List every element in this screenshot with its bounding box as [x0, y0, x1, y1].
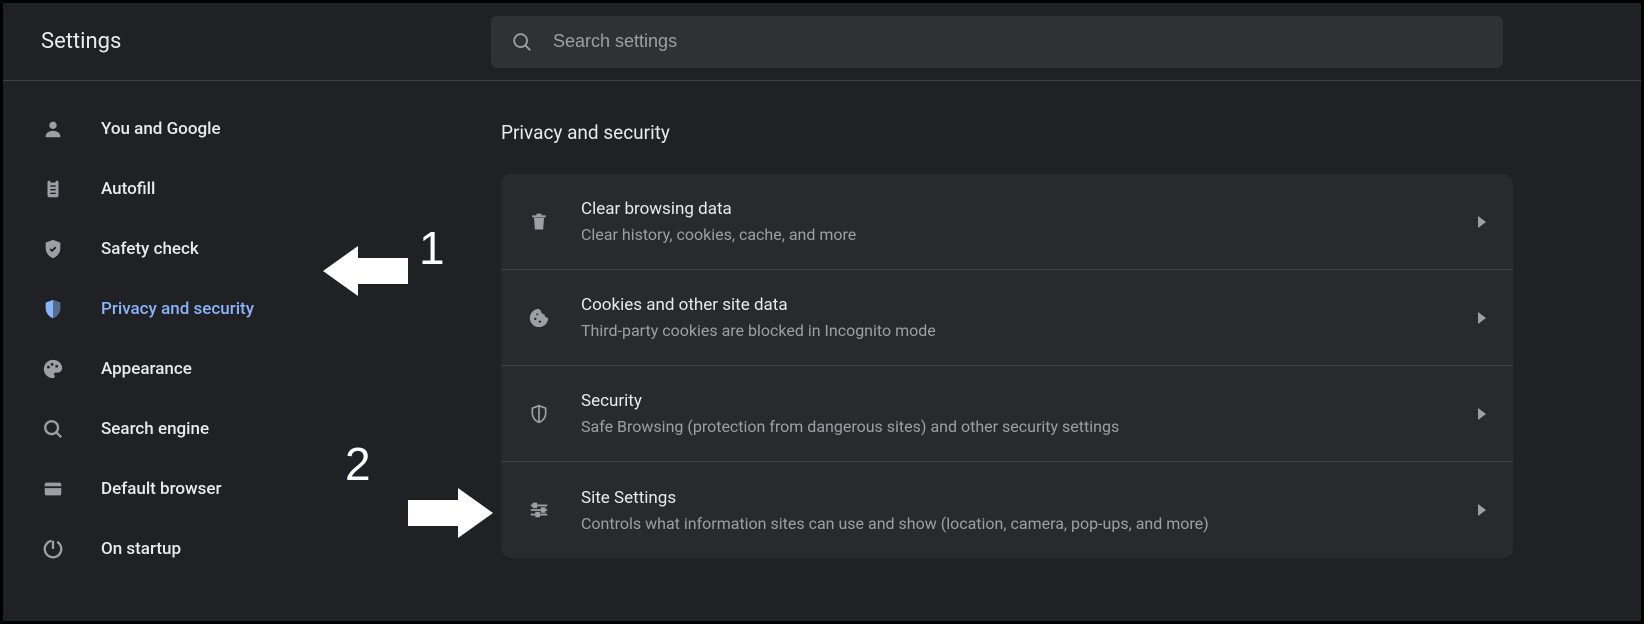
person-icon [41, 117, 65, 141]
sidebar-item-you-and-google[interactable]: You and Google [3, 99, 333, 159]
sidebar-item-search-engine[interactable]: Search engine [3, 399, 333, 459]
sidebar-item-safety-check[interactable]: Safety check [3, 219, 333, 279]
search-input[interactable] [553, 31, 1483, 52]
main-content: Privacy and security Clear browsing data… [333, 81, 1641, 621]
row-title: Cookies and other site data [581, 295, 1477, 315]
browser-icon [41, 477, 65, 501]
sidebar-item-label: Default browser [101, 479, 222, 499]
sidebar-item-privacy-and-security[interactable]: Privacy and security [3, 279, 333, 339]
page-title: Settings [41, 29, 491, 54]
palette-icon [41, 357, 65, 381]
search-icon [511, 31, 533, 53]
row-security[interactable]: Security Safe Browsing (protection from … [501, 366, 1513, 462]
power-icon [41, 537, 65, 561]
row-text: Security Safe Browsing (protection from … [581, 391, 1477, 436]
sidebar-item-label: On startup [101, 539, 181, 559]
chevron-right-icon [1477, 408, 1487, 420]
chevron-right-icon [1477, 216, 1487, 228]
section-title: Privacy and security [501, 121, 1641, 144]
sidebar-item-label: Autofill [101, 179, 155, 199]
row-subtitle: Controls what information sites can use … [581, 514, 1477, 533]
row-title: Site Settings [581, 488, 1477, 508]
shield-icon [41, 297, 65, 321]
shield-check-icon [41, 237, 65, 261]
row-title: Clear browsing data [581, 199, 1477, 219]
row-subtitle: Third-party cookies are blocked in Incog… [581, 321, 1477, 340]
sidebar-item-autofill[interactable]: Autofill [3, 159, 333, 219]
shield-outline-icon [527, 402, 551, 426]
sliders-icon [527, 498, 551, 522]
sidebar-item-default-browser[interactable]: Default browser [3, 459, 333, 519]
cookie-icon [527, 306, 551, 330]
chevron-right-icon [1477, 312, 1487, 324]
row-clear-browsing-data[interactable]: Clear browsing data Clear history, cooki… [501, 174, 1513, 270]
sidebar-item-label: Search engine [101, 419, 209, 439]
top-bar: Settings [3, 3, 1641, 81]
search-box[interactable] [491, 16, 1503, 68]
row-subtitle: Clear history, cookies, cache, and more [581, 225, 1477, 244]
chevron-right-icon [1477, 504, 1487, 516]
row-cookies[interactable]: Cookies and other site data Third-party … [501, 270, 1513, 366]
sidebar: You and Google Autofill Safety check Pri… [3, 81, 333, 621]
sidebar-item-on-startup[interactable]: On startup [3, 519, 333, 579]
sidebar-item-label: You and Google [101, 119, 221, 139]
settings-card: Clear browsing data Clear history, cooki… [501, 174, 1513, 558]
row-title: Security [581, 391, 1477, 411]
sidebar-item-label: Privacy and security [101, 299, 254, 319]
sidebar-item-label: Appearance [101, 359, 192, 379]
row-text: Cookies and other site data Third-party … [581, 295, 1477, 340]
clipboard-icon [41, 177, 65, 201]
sidebar-item-label: Safety check [101, 239, 199, 259]
row-text: Clear browsing data Clear history, cooki… [581, 199, 1477, 244]
sidebar-item-appearance[interactable]: Appearance [3, 339, 333, 399]
search-icon [41, 417, 65, 441]
row-text: Site Settings Controls what information … [581, 488, 1477, 533]
trash-icon [527, 210, 551, 234]
row-subtitle: Safe Browsing (protection from dangerous… [581, 417, 1477, 436]
row-site-settings[interactable]: Site Settings Controls what information … [501, 462, 1513, 558]
